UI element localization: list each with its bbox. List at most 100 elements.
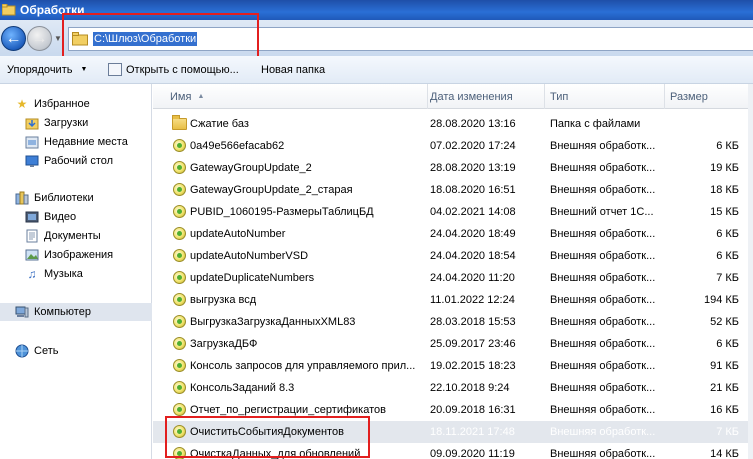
file-type: Внешняя обработк...	[550, 228, 656, 240]
file-type: Внешняя обработк...	[550, 360, 656, 372]
column-header-type[interactable]: Тип	[545, 84, 665, 109]
file-name: updateAutoNumber	[190, 228, 286, 240]
file-name: PUBID_1060195-РазмерыТаблицБД	[190, 206, 374, 218]
network-icon	[14, 343, 30, 359]
nav-favorites[interactable]: ★ Избранное	[14, 95, 90, 113]
1c-file-icon	[173, 337, 186, 350]
music-note-icon: ♫	[27, 267, 37, 281]
nav-documents[interactable]: Документы	[24, 227, 101, 245]
window-icon	[108, 63, 122, 76]
file-date: 28.08.2020 13:16	[430, 118, 516, 130]
file-date: 19.02.2015 18:23	[430, 360, 516, 372]
file-row[interactable]: выгрузка всд 11.01.2022 12:24 Внешняя обра…	[153, 289, 753, 311]
nav-recent[interactable]: Недавние места	[24, 133, 128, 151]
video-icon	[24, 209, 40, 225]
command-bar: Упорядочить ▼ Открыть с помощью... Новая…	[0, 56, 753, 84]
1c-file-icon	[173, 139, 186, 152]
address-bar[interactable]: C:\Шлюз\Обработки	[68, 27, 753, 51]
file-name: updateDuplicateNumbers	[190, 272, 315, 284]
file-row[interactable]: updateAutoNumberVSD 24.04.2020 18:54 Внешн…	[153, 245, 753, 267]
file-row[interactable]: Отчет_по_регистрации_сертификатов 20.09.2…	[153, 399, 753, 421]
nav-music[interactable]: ♫ Музыка	[24, 265, 83, 283]
column-header-row: Имя ▲ Дата изменения Тип Размер	[153, 84, 753, 109]
1c-file-icon	[173, 359, 186, 372]
file-row[interactable]: PUBID_1060195-РазмерыТаблицБД 04.02.2021 …	[153, 201, 753, 223]
file-date: 04.02.2021 14:08	[430, 206, 516, 218]
file-row[interactable]: GatewayGroupUpdate_2_старая 18.08.2020 16…	[153, 179, 753, 201]
file-type: Внешняя обработк...	[550, 338, 656, 350]
file-row[interactable]: Консоль запросов для управляемого прил..…	[153, 355, 753, 377]
forward-button[interactable]: →	[27, 26, 52, 51]
computer-icon	[14, 304, 30, 320]
column-header-size[interactable]: Размер	[665, 84, 753, 109]
file-name: Сжатие баз	[190, 118, 249, 130]
file-row[interactable]: updateDuplicateNumbers 24.04.2020 11:20 Вн…	[153, 267, 753, 289]
file-row[interactable]: КонсольЗаданий 8.3 22.10.2018 9:24 Внешняя…	[153, 377, 753, 399]
folder-icon	[172, 115, 187, 130]
file-date: 28.03.2018 15:53	[430, 316, 516, 328]
file-type: Внешняя обработк...	[550, 316, 656, 328]
file-row[interactable]: ОчисткаДанных_для обновлений 09.09.2020 1…	[153, 443, 753, 459]
file-row[interactable]: 0a49e566efacab62 07.02.2020 17:24 Внешняя …	[153, 135, 753, 157]
1c-file-icon	[173, 205, 186, 218]
file-type: Внешняя обработк...	[550, 426, 656, 438]
open-with-label: Открыть с помощью...	[126, 63, 239, 76]
back-button[interactable]: ←	[1, 26, 26, 51]
file-size: 7 КБ	[716, 272, 739, 284]
file-type: Внешний отчет 1С...	[550, 206, 654, 218]
file-date: 24.04.2020 18:49	[430, 228, 516, 240]
1c-file-icon	[173, 183, 186, 196]
file-date: 22.10.2018 9:24	[430, 382, 510, 394]
file-name: GatewayGroupUpdate_2_старая	[190, 184, 353, 196]
file-date: 25.09.2017 23:46	[430, 338, 516, 350]
file-size: 6 КБ	[716, 338, 739, 350]
nav-computer-label: Компьютер	[34, 306, 91, 318]
column-header-name[interactable]: Имя ▲	[165, 84, 428, 109]
window-title: Обработки	[20, 3, 85, 17]
nav-libraries[interactable]: Библиотеки	[14, 189, 94, 207]
file-date: 20.09.2018 16:31	[430, 404, 516, 416]
vertical-scrollbar[interactable]	[748, 84, 753, 459]
column-header-date[interactable]: Дата изменения	[425, 84, 545, 109]
file-date: 18.08.2020 16:51	[430, 184, 516, 196]
file-row[interactable]: GatewayGroupUpdate_2 28.08.2020 13:19 Внеш…	[153, 157, 753, 179]
file-size: 194 КБ	[703, 294, 739, 306]
file-type: Внешняя обработк...	[550, 162, 656, 174]
column-size-label: Размер	[670, 90, 708, 103]
nav-video[interactable]: Видео	[24, 208, 76, 226]
file-size: 6 КБ	[716, 140, 739, 152]
file-row[interactable]: Сжатие баз 28.08.2020 13:16 Папка с файлам…	[153, 113, 753, 135]
column-date-label: Дата изменения	[430, 90, 513, 103]
new-folder-button[interactable]: Новая папка	[257, 59, 329, 81]
nav-recent-label: Недавние места	[44, 136, 128, 148]
nav-video-label: Видео	[44, 211, 77, 223]
nav-images-label: Изображения	[44, 249, 114, 261]
nav-downloads[interactable]: Загрузки	[24, 114, 88, 132]
file-name: Отчет_по_регистрации_сертификатов	[190, 404, 386, 416]
open-with-button[interactable]: Открыть с помощью...	[104, 59, 243, 81]
recent-pages-dropdown[interactable]: ▼	[53, 30, 63, 46]
address-path[interactable]: C:\Шлюз\Обработки	[93, 32, 198, 46]
nav-computer[interactable]: Компьютер	[0, 303, 152, 321]
arrow-left-icon: ←	[5, 29, 22, 47]
desktop-icon	[24, 153, 40, 169]
file-date: 28.08.2020 13:19	[430, 162, 516, 174]
file-name: КонсольЗаданий 8.3	[190, 382, 295, 394]
images-icon	[24, 247, 40, 263]
nav-network-label: Сеть	[34, 345, 59, 357]
folder-icon	[1, 3, 16, 16]
file-name: Консоль запросов для управляемого прил..…	[190, 360, 416, 372]
1c-file-icon	[173, 425, 186, 438]
file-type: Внешняя обработк...	[550, 294, 656, 306]
nav-images[interactable]: Изображения	[24, 246, 113, 264]
file-size: 6 КБ	[716, 228, 739, 240]
chevron-down-icon: ▼	[80, 66, 88, 73]
organize-button[interactable]: Упорядочить ▼	[3, 59, 91, 81]
nav-desktop[interactable]: Рабочий стол	[24, 152, 113, 170]
file-row[interactable]: ВыгрузкаЗагрузкаДанныхXML83 28.03.2018 15…	[153, 311, 753, 333]
file-row[interactable]: updateAutoNumber 24.04.2020 18:49 Внешняя …	[153, 223, 753, 245]
1c-file-icon	[173, 249, 186, 262]
file-row[interactable]: ОчиститьСобытияДокументов 18.11.2021 17:4…	[153, 421, 753, 443]
file-row[interactable]: ЗагрузкаДБФ 25.09.2017 23:46 Внешняя обраб…	[153, 333, 753, 355]
nav-network[interactable]: Сеть	[14, 342, 58, 360]
